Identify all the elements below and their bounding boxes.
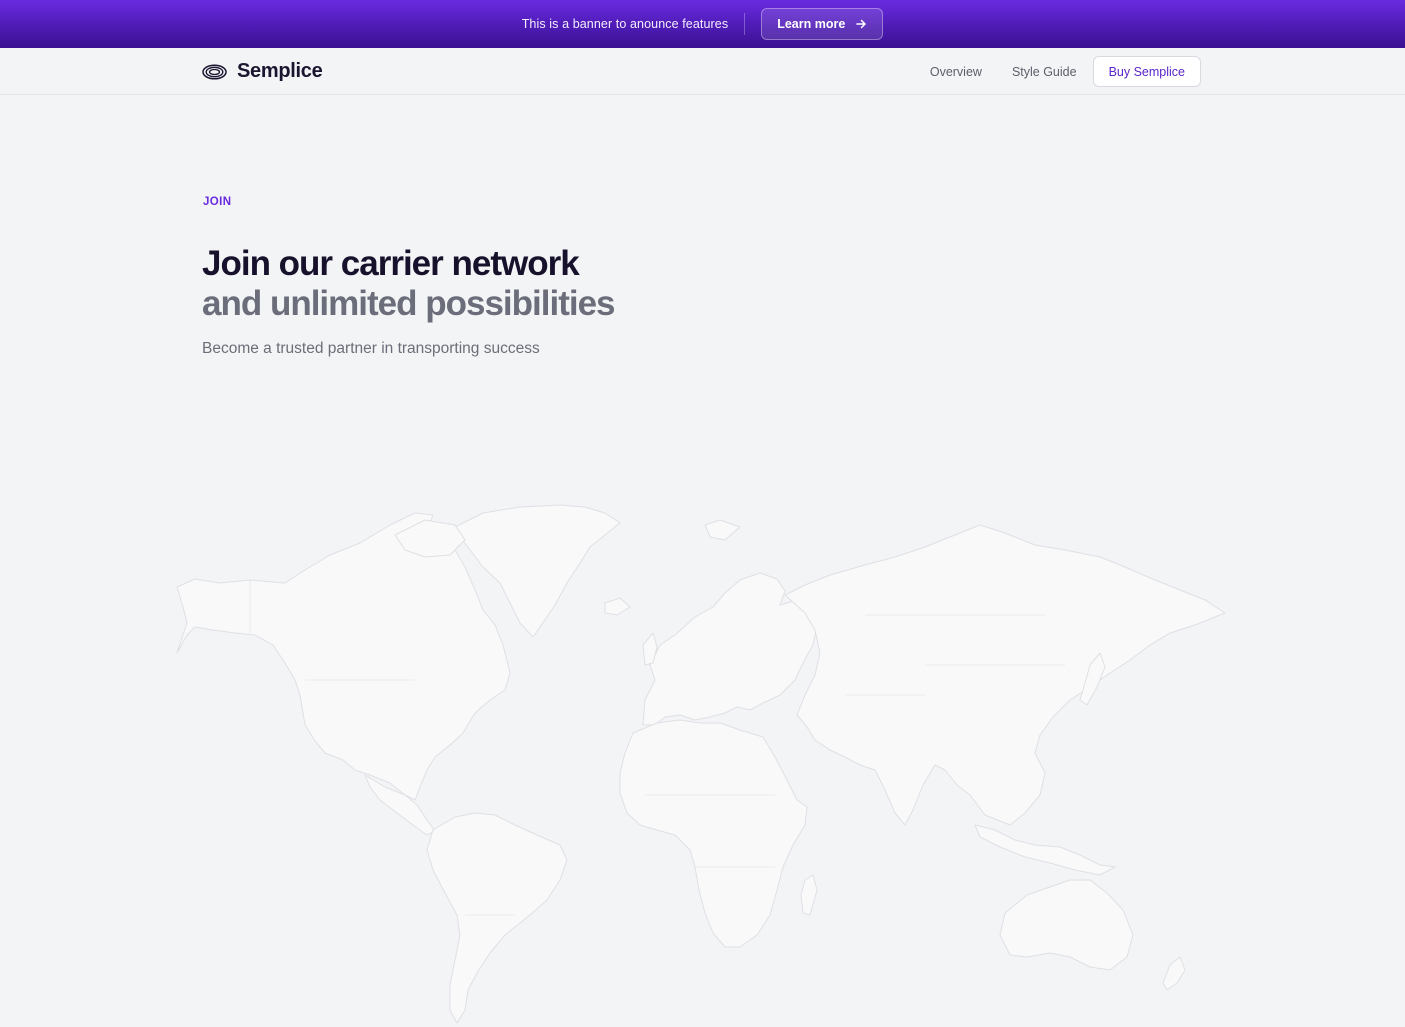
semplice-logo-icon — [202, 63, 227, 80]
continent-north-america — [176, 512, 511, 801]
continent-australia — [999, 879, 1134, 971]
island-iceland — [604, 597, 631, 616]
islands-southeast-asia — [974, 824, 1116, 876]
announcement-banner: This is a banner to anounce features Lea… — [0, 0, 1405, 48]
continent-south-america — [426, 812, 568, 1024]
hero-title-line-1: Join our carrier network — [202, 244, 580, 283]
hero-subtitle: Become a trusted partner in transporting… — [202, 340, 540, 357]
brand-name: Semplice — [237, 60, 323, 82]
island-new-zealand — [1162, 956, 1186, 991]
world-map-illustration — [165, 495, 1245, 1027]
island-svalbard — [704, 519, 741, 541]
nav-link-style-guide[interactable]: Style Guide — [997, 65, 1092, 79]
top-navbar: Semplice Overview Style Guide Buy Sempli… — [0, 48, 1405, 95]
buy-semplice-button[interactable]: Buy Semplice — [1092, 56, 1201, 87]
hero-title-line-2: and unlimited possibilities — [202, 284, 615, 323]
hero-headline: Join our carrier network and unlimited p… — [202, 244, 615, 324]
section-eyebrow: JOIN — [203, 196, 232, 208]
arrow-right-icon — [855, 18, 867, 30]
banner-text: This is a banner to anounce features — [521, 17, 729, 31]
world-map-svg — [176, 504, 1226, 1024]
brand-logo[interactable]: Semplice — [202, 60, 323, 83]
banner-divider — [744, 13, 746, 35]
nav-link-overview[interactable]: Overview — [915, 65, 997, 79]
nav-links: Overview Style Guide Buy Semplice — [915, 56, 1201, 87]
continent-asia — [784, 524, 1226, 826]
island-madagascar — [800, 874, 818, 916]
learn-more-button[interactable]: Learn more — [761, 8, 884, 40]
learn-more-label: Learn more — [777, 17, 846, 31]
continent-africa — [619, 719, 808, 948]
